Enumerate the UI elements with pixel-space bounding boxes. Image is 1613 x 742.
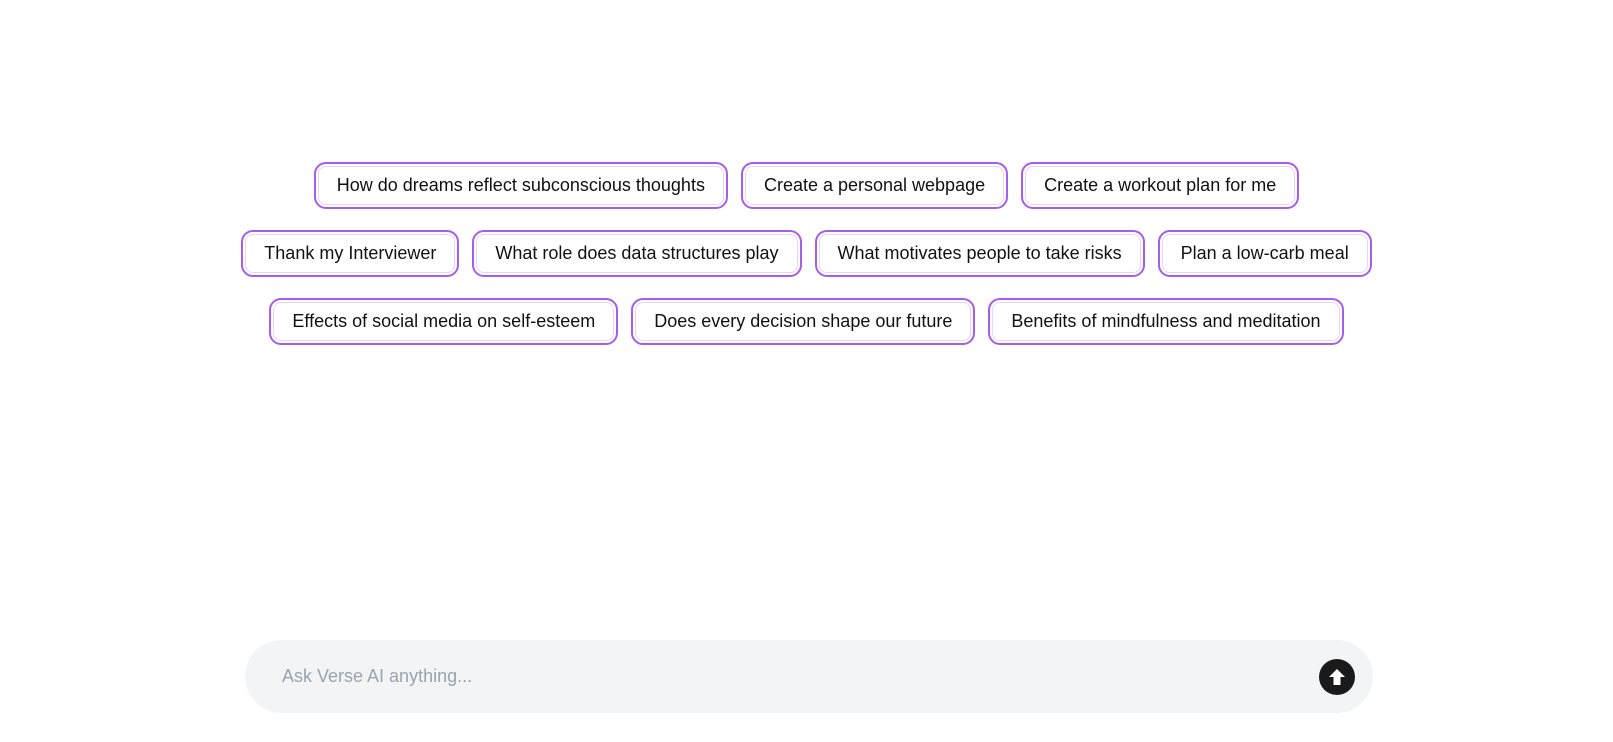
suggestion-row-3: Effects of social media on self-esteem D… (269, 298, 1344, 345)
arrow-up-circle-icon (1325, 665, 1349, 689)
suggestion-row-1: How do dreams reflect subconscious thoug… (313, 162, 1300, 209)
chat-page: How do dreams reflect subconscious thoug… (0, 0, 1613, 742)
suggestion-chip[interactable]: Benefits of mindfulness and meditation (988, 298, 1344, 345)
suggestion-chip[interactable]: Create a workout plan for me (1021, 162, 1300, 209)
suggestion-chip[interactable]: Thank my Interviewer (241, 230, 460, 277)
suggestion-chip[interactable]: What motivates people to take risks (814, 230, 1145, 277)
suggestion-chips: How do dreams reflect subconscious thoug… (0, 162, 1613, 345)
suggestion-chip[interactable]: Does every decision shape our future (631, 298, 976, 345)
suggestion-chip[interactable]: Plan a low-carb meal (1157, 230, 1372, 277)
suggestion-chip[interactable]: How do dreams reflect subconscious thoug… (313, 162, 728, 209)
suggestion-chip[interactable]: Create a personal webpage (740, 162, 1009, 209)
chat-input[interactable] (280, 665, 1319, 688)
suggestion-chip[interactable]: What role does data structures play (472, 230, 802, 277)
suggestion-row-2: Thank my Interviewer What role does data… (241, 230, 1372, 277)
suggestion-chip[interactable]: Effects of social media on self-esteem (269, 298, 619, 345)
send-button[interactable] (1319, 658, 1355, 695)
chat-composer (245, 640, 1373, 713)
